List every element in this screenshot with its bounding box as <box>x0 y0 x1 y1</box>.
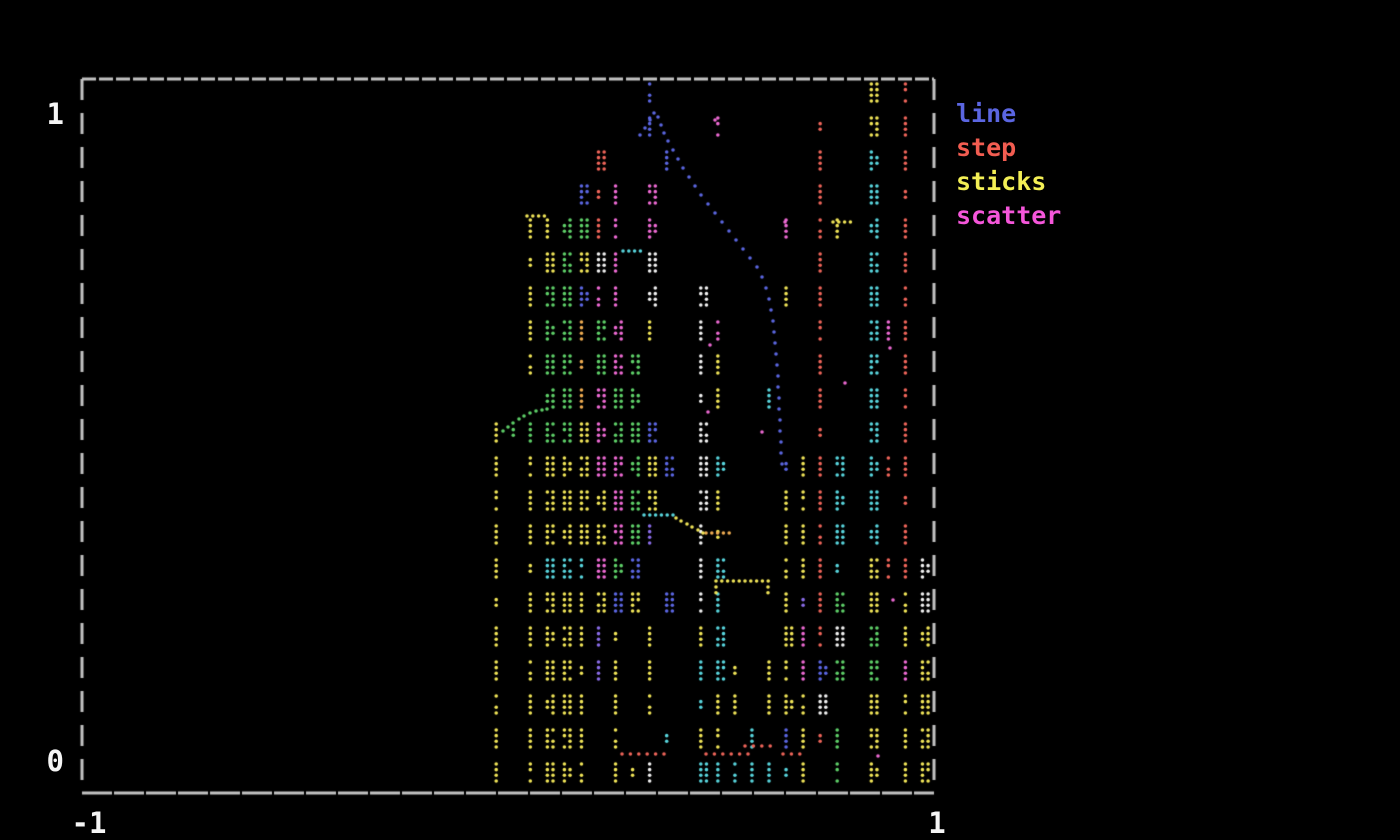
y-axis-tick-label-bottom: 0 <box>28 744 64 778</box>
terminal-plot-screen: 1 0 -1 1 line step sticks scatter <box>0 0 1400 840</box>
x-axis-tick-label-left: -1 <box>60 806 118 840</box>
legend-item-scatter: scatter <box>956 199 1061 233</box>
legend-item-line: line <box>956 97 1061 131</box>
legend: line step sticks scatter <box>956 97 1061 233</box>
plot-canvas <box>0 0 1400 840</box>
y-axis-tick-label-top: 1 <box>28 97 64 131</box>
legend-item-sticks: sticks <box>956 165 1061 199</box>
x-axis-tick-label-right: 1 <box>908 806 966 840</box>
legend-item-step: step <box>956 131 1061 165</box>
